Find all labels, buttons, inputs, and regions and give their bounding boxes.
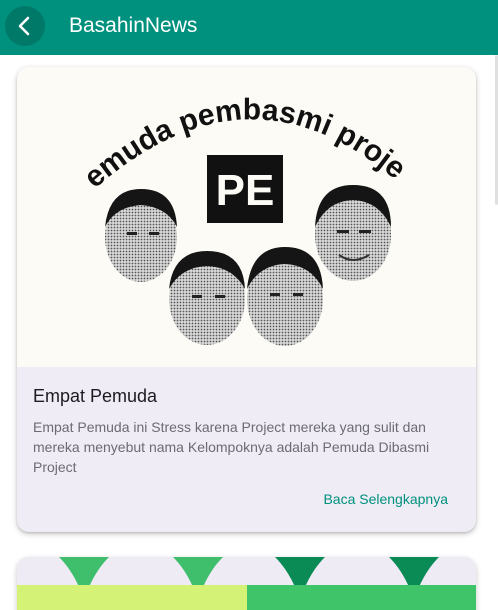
news-image: pemuda pembasmi projek PE [17, 67, 476, 367]
news-image [17, 557, 476, 610]
news-card[interactable]: pemuda pembasmi projek PE [17, 67, 476, 532]
news-list[interactable]: pemuda pembasmi projek PE [0, 55, 498, 610]
arrow-back-icon [18, 16, 30, 36]
face-2 [169, 251, 245, 345]
app-bar: BasahinNews [0, 0, 498, 55]
news-card[interactable] [17, 557, 476, 610]
group-illustration: pemuda pembasmi projek PE [17, 67, 412, 346]
svg-text:PE: PE [216, 166, 275, 215]
face-3 [247, 247, 323, 346]
pe-logo: PE [207, 155, 283, 223]
face-1 [105, 189, 177, 282]
news-description: Empat Pemuda ini Stress karena Project m… [33, 419, 430, 475]
back-button[interactable] [5, 6, 45, 46]
face-4 [315, 185, 391, 281]
app-title: BasahinNews [69, 14, 198, 37]
news-title: Empat Pemuda [33, 386, 158, 406]
read-more-link[interactable]: Baca Selengkapnya [323, 491, 448, 507]
